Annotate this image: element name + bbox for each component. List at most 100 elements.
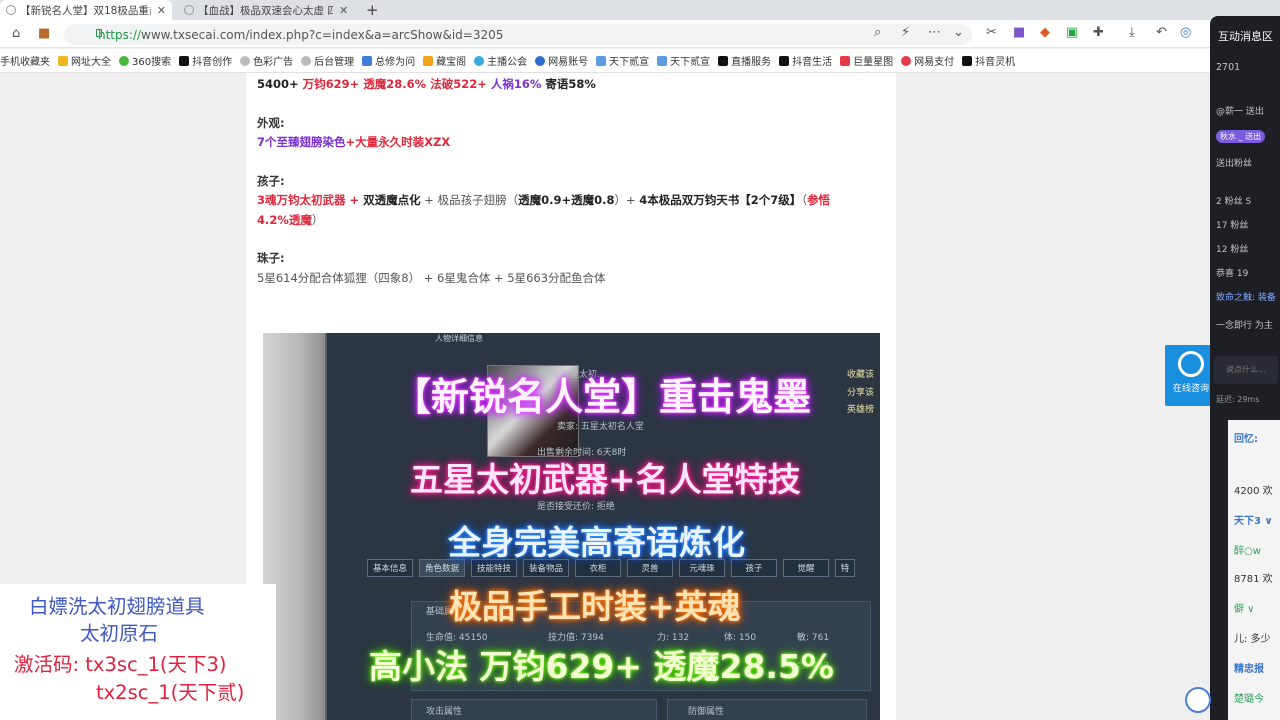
chat-row: 17 粉丝 [1216, 221, 1249, 231]
bookmark-item[interactable]: 抖音创作 [179, 53, 232, 68]
bookmark-label: 360搜索 [132, 57, 172, 68]
share-button[interactable]: 分享该 [847, 385, 874, 398]
bookmark-label: 网易支付 [914, 57, 955, 68]
browser-tab-2[interactable]: 【血战】极品双速会心太虚 四 ✕ [178, 0, 358, 20]
bookmark-label: 总修为问 [375, 57, 416, 68]
download-icon[interactable]: ⤓ [1129, 25, 1135, 40]
bookmark-item[interactable]: 直播服务 [718, 53, 771, 68]
bookmark-item[interactable]: 360搜索 [119, 53, 171, 68]
globe-icon [240, 55, 251, 66]
bookmark-item[interactable]: 色彩广告 [240, 53, 293, 68]
stats-line: 5400+ 万钧629+ 透魔28.6% 法破522+ 人祸16% 寄语58% [257, 74, 596, 94]
lightning-icon[interactable]: ⚡ [901, 25, 910, 40]
bookmark-item[interactable]: 手机收藏夹 [0, 53, 50, 68]
child-text: ）+ [614, 193, 640, 207]
bookmark-icon [840, 55, 851, 66]
bookmark-label: 抖音创作 [192, 57, 233, 68]
bookmark-item[interactable]: 天下贰宣 [657, 53, 710, 68]
bookmark-label: 直播服务 [731, 57, 772, 68]
bookmark-icon [362, 55, 373, 66]
favorite-button[interactable]: 收藏该 [847, 367, 874, 380]
child-books: 4本极品双万钧天书【2个7级】 [639, 193, 802, 207]
extension-bag-icon[interactable]: ■ [38, 26, 50, 41]
child-enchant: 双透魔点化 [363, 193, 421, 207]
puzzle-icon[interactable]: ✚ [1093, 25, 1104, 40]
child-text: ） [311, 213, 324, 227]
home-icon[interactable]: ⌂ [12, 26, 20, 41]
bookmarks-bar: 手机收藏夹 网址大全 360搜索 抖音创作 色彩广告 后台管理 总修为问 藏宝阁… [0, 49, 1220, 73]
bookmark-label: 手机收藏夹 [0, 57, 50, 68]
bookmark-item[interactable]: 天下贰宣 [596, 53, 649, 68]
close-tab-icon[interactable]: ✕ [339, 4, 348, 17]
bookmark-item[interactable]: 网址大全 [58, 53, 111, 68]
bookmark-item[interactable]: 巨量星图 [840, 53, 893, 68]
child-insight: 参悟 [807, 193, 831, 207]
bookmark-icon [657, 55, 668, 66]
chat-row: 4200 欢 [1234, 486, 1273, 497]
child-weapon: 3魂万钧太初武器 + [257, 193, 364, 207]
bookmark-item[interactable]: 网易支付 [901, 53, 954, 68]
bookmark-item[interactable]: 抖音生活 [779, 53, 832, 68]
bookmark-item[interactable]: 总修为问 [362, 53, 415, 68]
chat-row: 回忆: [1234, 434, 1258, 445]
defense-title: 防御属性 [688, 707, 725, 717]
url-text: www.txsecai.com/index.php?c=index&a=arcS… [141, 27, 504, 42]
activation-code: 激活码: tx3sc_1(天下3) [14, 653, 227, 676]
bookmark-item[interactable]: 抖音灵机 [962, 53, 1015, 68]
globe-icon [184, 5, 194, 15]
chevron-down-icon[interactable]: ⌄ [953, 25, 964, 40]
bookmark-item[interactable]: 后台管理 [301, 53, 354, 68]
hero-rank-button[interactable]: 英雄榜 [847, 402, 874, 415]
extension-icon[interactable]: ◆ [1040, 25, 1050, 40]
tab-title: 【血战】极品双速会心太虚 四 [198, 4, 333, 17]
chat-row: 精忠报 [1234, 664, 1264, 675]
activation-code: tx2sc_1(天下贰) [96, 681, 245, 704]
assistant-float-icon[interactable] [1185, 687, 1211, 713]
new-tab-button[interactable]: + [366, 1, 379, 19]
close-tab-icon[interactable]: ✕ [157, 4, 166, 17]
promo-line: 太初原石 [80, 622, 159, 645]
undo-icon[interactable]: ↶ [1156, 25, 1167, 40]
lock-icon [96, 29, 102, 37]
chat-row: 僻 ∨ [1234, 604, 1255, 615]
chat-input[interactable]: 说点什么... [1214, 356, 1278, 384]
bookmark-label: 后台管理 [314, 57, 355, 68]
game-tab[interactable]: 觉醒 [783, 559, 829, 577]
live-chat-panel: 互动消息区 2701 @薪一 送出 秋水 _ 送出 送出粉丝 2 粉丝 S 17… [1210, 16, 1280, 720]
bead-label: 珠子: [257, 251, 285, 265]
url-scheme: https:// [98, 27, 142, 42]
child-line-1: 3魂万钧太初武器 + 双透魔点化 + 极品孩子翅膀（透魔0.9+透魔0.8）+ … [257, 190, 830, 210]
defense-panel: 防御属性 [667, 699, 867, 720]
chat-row: 送出粉丝 [1216, 159, 1253, 169]
chat-row: 醉○w [1234, 546, 1261, 557]
bookmark-icon [119, 55, 129, 66]
bookmark-item[interactable]: 网易账号 [535, 53, 588, 68]
scissors-icon[interactable]: ✂ [986, 25, 997, 40]
browser-tab-1[interactable]: 【新锐名人堂】双18极品重击 ✕ [0, 0, 172, 20]
bookmark-icon [596, 55, 607, 66]
game-tab[interactable]: 基本信息 [367, 559, 413, 577]
stat-value: 万钧629+ 透魔28.6% 法破522+ [302, 77, 491, 91]
attack-title: 攻击属性 [426, 707, 463, 717]
zoom-icon[interactable]: ⌕ [874, 25, 881, 40]
bookmark-label: 抖音灵机 [975, 57, 1016, 68]
tiktok-icon [179, 55, 190, 66]
tab-title: 【新锐名人堂】双18极品重击 [20, 4, 151, 17]
appearance-label: 外观: [257, 116, 285, 130]
chat-row: 2 粉丝 S [1216, 197, 1252, 207]
promo-overlay: 白嫖洗太初翅膀道具 太初原石 激活码: tx3sc_1(天下3) tx2sc_1… [0, 584, 276, 720]
browser-logo-icon[interactable]: ◎ [1180, 25, 1191, 40]
extension-icon[interactable]: ■ [1013, 25, 1025, 40]
bookmark-item[interactable]: 主播公会 [474, 53, 527, 68]
more-icon[interactable]: ⋯ [928, 25, 941, 40]
game-tab[interactable]: 特 [835, 559, 855, 577]
neon-line: 极品手工时装+英魂 [449, 587, 741, 626]
extension-icon[interactable]: ▣ [1066, 25, 1078, 40]
bookmark-label: 网址大全 [71, 57, 111, 68]
child-label: 孩子: [257, 174, 285, 188]
chat-row: 致命之触: 装备 [1216, 293, 1276, 303]
bookmark-label: 天下贰宣 [609, 57, 650, 68]
child-insight-value: 4.2%透魔 [257, 213, 312, 227]
bookmark-item[interactable]: 藏宝阁 [423, 53, 466, 68]
url-bar[interactable]: https://www.txsecai.com/index.php?c=inde… [64, 24, 972, 45]
